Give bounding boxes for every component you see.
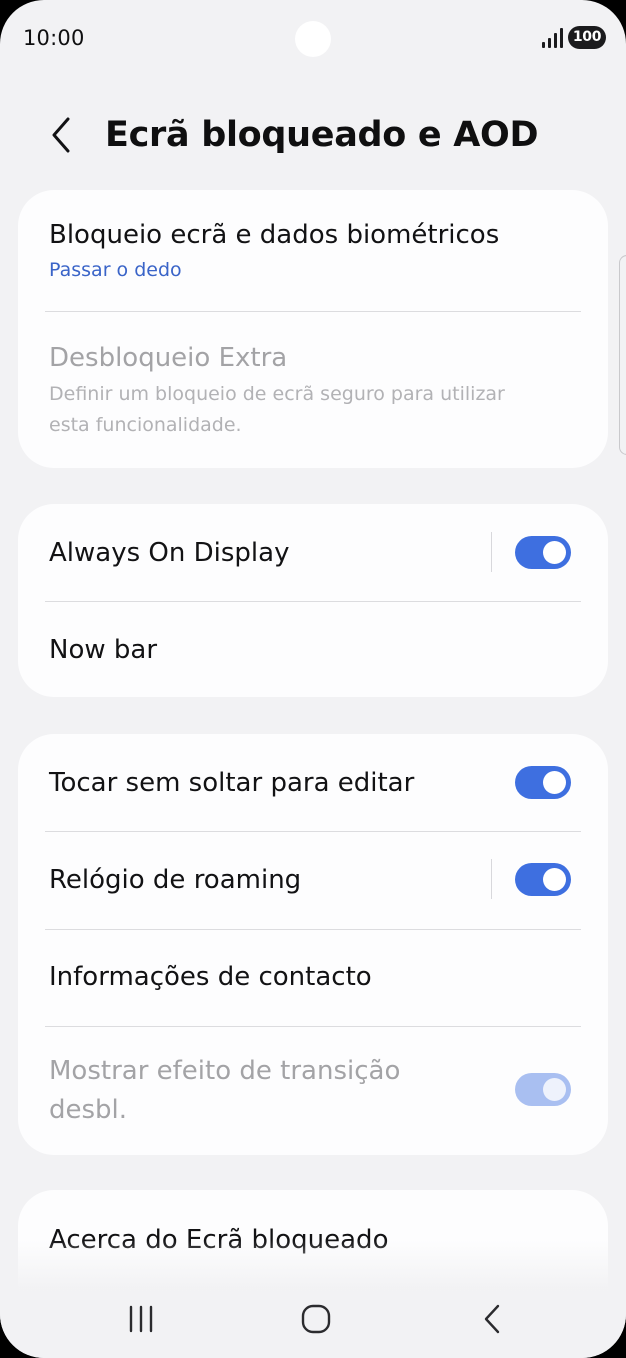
now-bar-title: Now bar xyxy=(49,635,158,665)
page-title: Ecrã bloqueado e AOD xyxy=(105,115,539,155)
extra-unlock-description-line2: esta funcionalidade. xyxy=(49,414,242,436)
unlock-transition-effect-title-line1: Mostrar efeito de transição xyxy=(49,1056,401,1086)
always-on-display-item[interactable]: Always On Display xyxy=(18,504,608,601)
lock-screen-settings: 10:00 100 Ecrã bloqueado e AOD Bloqueio … xyxy=(0,0,626,1358)
screen-lock-biometrics-item[interactable]: Bloqueio ecrã e dados biométricos Passar… xyxy=(18,190,608,312)
extra-unlock-item[interactable]: Desbloqueio Extra Definir um bloqueio de… xyxy=(18,312,608,468)
screen-lock-biometrics-title: Bloqueio ecrã e dados biométricos xyxy=(49,220,500,250)
status-bar: 10:00 100 xyxy=(0,0,626,78)
signal-strength-icon xyxy=(542,28,563,48)
home-icon xyxy=(301,1304,331,1334)
always-on-display-toggle[interactable] xyxy=(515,536,571,569)
vertical-separator xyxy=(491,859,492,899)
battery-level-badge: 100 xyxy=(568,26,606,49)
contact-info-item[interactable]: Informações de contacto xyxy=(18,930,608,1026)
extra-unlock-description-line1: Definir um bloqueio de ecrã seguro para … xyxy=(49,383,505,405)
back-button[interactable] xyxy=(34,108,88,162)
recent-apps-icon xyxy=(129,1305,153,1333)
unlock-transition-effect-toggle xyxy=(515,1073,571,1106)
now-bar-item[interactable]: Now bar xyxy=(18,602,608,697)
touch-hold-edit-title: Tocar sem soltar para editar xyxy=(49,768,415,798)
back-icon xyxy=(484,1304,500,1334)
roaming-clock-title: Relógio de roaming xyxy=(49,865,302,895)
always-on-display-title: Always On Display xyxy=(49,538,290,568)
home-button[interactable] xyxy=(286,1296,346,1342)
roaming-clock-item[interactable]: Relógio de roaming xyxy=(18,832,608,929)
status-time: 10:00 xyxy=(23,26,85,50)
toggle-knob xyxy=(543,1078,566,1101)
vertical-separator xyxy=(491,532,492,572)
touch-hold-edit-item[interactable]: Tocar sem soltar para editar xyxy=(18,734,608,831)
screen-lock-type-value: Passar o dedo xyxy=(49,259,182,281)
touch-hold-edit-toggle[interactable] xyxy=(515,766,571,799)
lock-screen-options-card: Tocar sem soltar para editar Relógio de … xyxy=(18,734,608,1155)
chevron-left-icon xyxy=(52,117,70,153)
toggle-knob xyxy=(543,541,566,564)
roaming-clock-toggle[interactable] xyxy=(515,863,571,896)
extra-unlock-title: Desbloqueio Extra xyxy=(49,343,288,373)
contact-info-title: Informações de contacto xyxy=(49,962,372,992)
toggle-knob xyxy=(543,771,566,794)
recent-apps-button[interactable] xyxy=(111,1296,171,1342)
unlock-transition-effect-title-line2: desbl. xyxy=(49,1095,128,1125)
unlock-transition-effect-item: Mostrar efeito de transição desbl. xyxy=(18,1027,608,1155)
always-on-display-card: Always On Display Now bar xyxy=(18,504,608,697)
lock-security-card: Bloqueio ecrã e dados biométricos Passar… xyxy=(18,190,608,468)
toggle-knob xyxy=(543,868,566,891)
camera-cutout xyxy=(295,21,331,57)
scrollbar[interactable] xyxy=(619,255,626,455)
nav-back-button[interactable] xyxy=(462,1296,522,1342)
